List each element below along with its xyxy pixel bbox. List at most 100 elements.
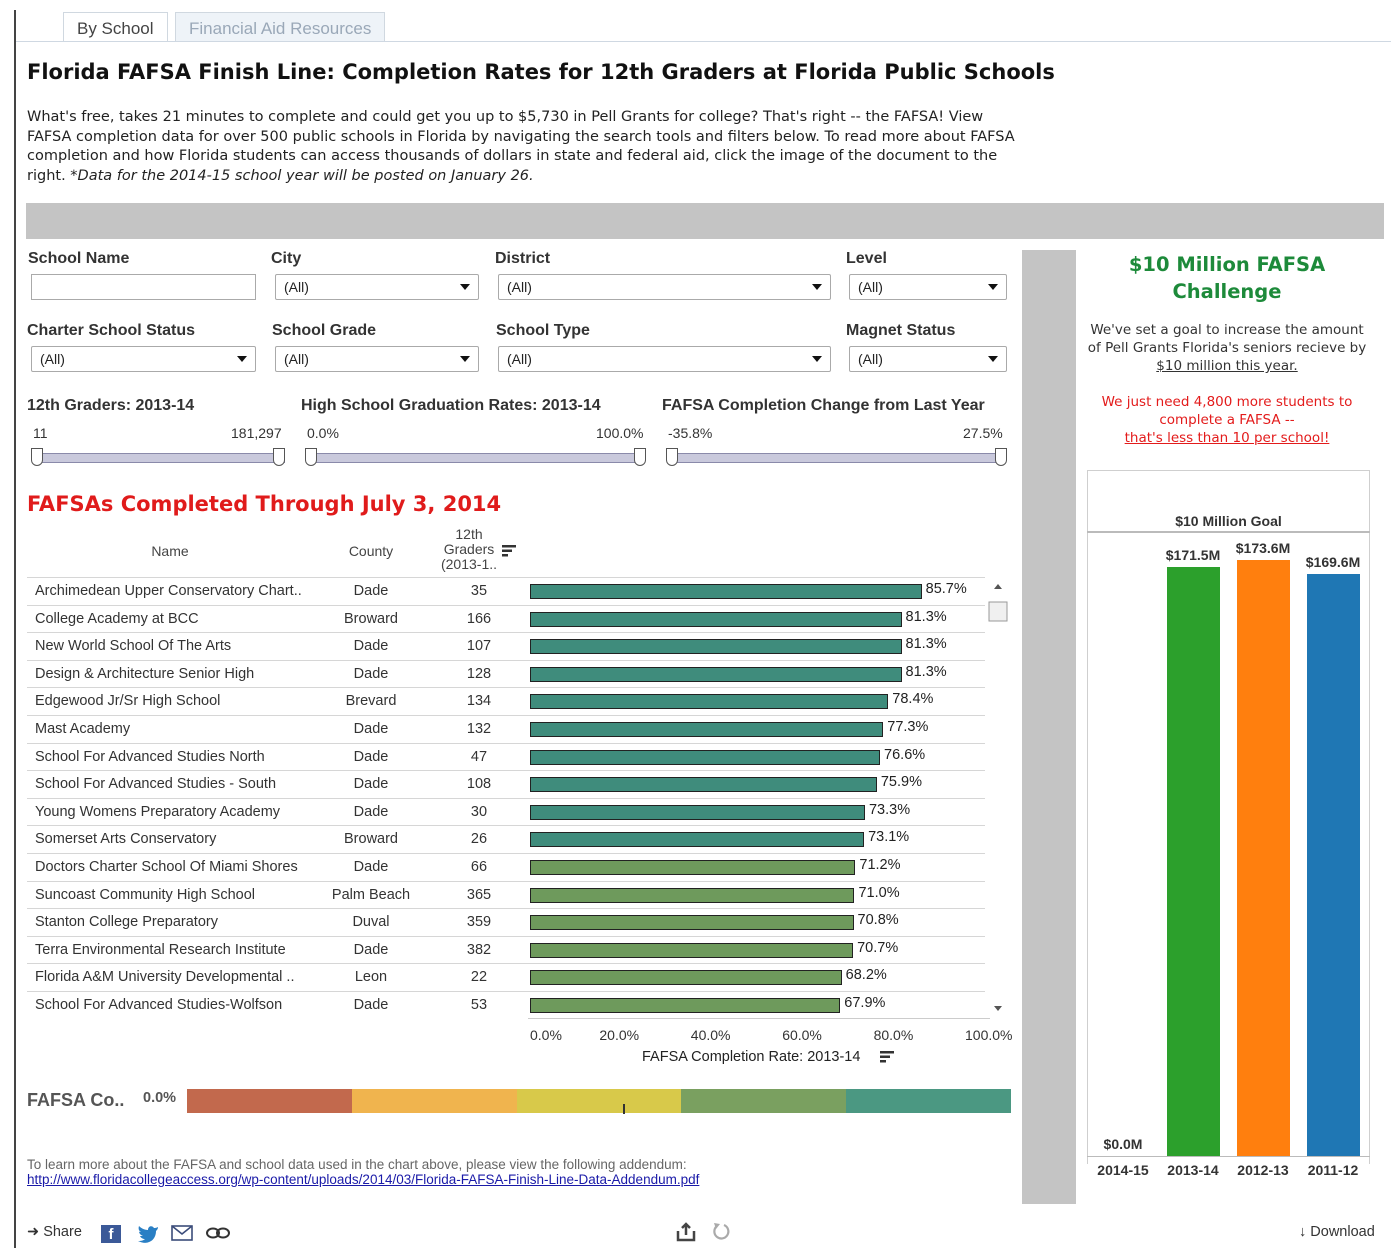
- tab-financial-aid-resources[interactable]: Financial Aid Resources: [175, 12, 386, 42]
- completion-rate-bar[interactable]: [530, 942, 854, 958]
- table-row[interactable]: Young Womens Preparatory Academy Dade 30 73…: [27, 797, 985, 826]
- addendum-link[interactable]: http://www.floridacollegeaccess.org/wp-c…: [27, 1172, 699, 1187]
- legend-color-segment[interactable]: [351, 1089, 517, 1113]
- table-row[interactable]: Somerset Arts Conservatory Broward 26 73.1%: [27, 825, 985, 853]
- completion-rate-bar[interactable]: [530, 970, 842, 986]
- school-name-cell: Florida A&M University Developmental ..: [35, 969, 295, 986]
- table-row[interactable]: Edgewood Jr/Sr High School Brevard 134 78.4…: [27, 687, 985, 715]
- completion-rate-label: 81.3%: [905, 636, 947, 653]
- completion-rate-bar[interactable]: [530, 804, 865, 820]
- column-header-name[interactable]: Name: [110, 544, 230, 559]
- completion-rate-label: 77.3%: [887, 719, 929, 735]
- x-tick-label: 100.0%: [965, 1027, 1013, 1043]
- table-row[interactable]: Florida A&M University Developmental .. L…: [27, 963, 985, 991]
- legend-color-segment[interactable]: [187, 1089, 352, 1113]
- footnote-text: To learn more about the FAFSA and school…: [27, 1157, 687, 1172]
- legend-color-segment[interactable]: [681, 1089, 847, 1113]
- goal-chart-title: $10 Million Goal: [1175, 513, 1282, 529]
- school-name-cell: Archimedean Upper Conservatory Chart..: [35, 583, 302, 599]
- goal-bar[interactable]: [1307, 573, 1360, 1156]
- table-row[interactable]: Design & Architecture Senior High Dade 128…: [27, 659, 985, 688]
- grad-rates-slider-min: 0.0%: [307, 425, 339, 441]
- table-scrollbar[interactable]: [987, 578, 1009, 1018]
- fafsa-change-slider-track[interactable]: [670, 453, 1006, 463]
- school-name-cell: Mast Academy: [35, 721, 131, 737]
- fafsa-change-slider-min-handle[interactable]: [666, 448, 678, 466]
- column-header-county[interactable]: County: [321, 544, 421, 559]
- completion-rate-bar[interactable]: [530, 722, 884, 737]
- chevron-down-icon: [237, 356, 247, 362]
- completion-rate-bar[interactable]: [530, 777, 877, 793]
- completion-rate-bar[interactable]: [530, 998, 841, 1013]
- graders-cell: 47: [470, 748, 488, 765]
- county-cell: Dade: [353, 721, 389, 737]
- goal-bar-label: $173.6M: [1235, 540, 1291, 556]
- graders-slider-max-handle[interactable]: [273, 448, 285, 466]
- completion-rate-bar[interactable]: [530, 611, 902, 627]
- graders-slider-track[interactable]: [35, 453, 285, 463]
- fafsa-change-slider-max-handle[interactable]: [995, 448, 1007, 466]
- table-row[interactable]: School For Advanced Studies North Dade 47 7…: [27, 742, 985, 771]
- school-name-cell: Terra Environmental Research Institute: [35, 941, 286, 958]
- table-row[interactable]: Suncoast Community High School Palm Beach…: [27, 880, 985, 909]
- table-row[interactable]: Stanton College Preparatory Duval 359 70.8%: [27, 908, 985, 936]
- axis-sort-icon[interactable]: [880, 1050, 894, 1069]
- graders-cell: 134: [466, 693, 492, 710]
- facebook-icon[interactable]: f: [101, 1225, 121, 1243]
- table-row[interactable]: Archimedean Upper Conservatory Chart.. Da…: [27, 577, 985, 605]
- revert-icon[interactable]: [711, 1221, 731, 1246]
- completion-rate-bar[interactable]: [530, 666, 902, 682]
- grad-rates-slider-max-handle[interactable]: [634, 448, 646, 466]
- twitter-icon[interactable]: [136, 1224, 160, 1249]
- completion-rate-bar[interactable]: [530, 639, 902, 655]
- link-icon[interactable]: [205, 1226, 231, 1245]
- completion-rate-bar[interactable]: [530, 915, 854, 931]
- table-row[interactable]: School For Advanced Studies - South Dade 1…: [27, 770, 985, 798]
- grad-rates-slider-track[interactable]: [309, 453, 645, 463]
- column-header-graders[interactable]: 12th Graders (2013-1..: [430, 527, 508, 572]
- school-name-input[interactable]: [31, 274, 256, 300]
- export-icon[interactable]: [676, 1222, 696, 1247]
- completion-rate-bar[interactable]: [530, 887, 855, 903]
- graders-cell: 22: [470, 969, 488, 986]
- magnet-status-select[interactable]: (All): [849, 346, 1007, 372]
- table-row[interactable]: School For Advanced Studies-Wolfson Dade 5…: [27, 991, 985, 1019]
- table-row[interactable]: College Academy at BCC Broward 166 81.3%: [27, 604, 985, 633]
- graders-slider-min-handle[interactable]: [31, 448, 43, 466]
- school-grade-select[interactable]: (All): [275, 346, 479, 372]
- completion-rate-label: 73.1%: [868, 829, 910, 846]
- legend-color-segment[interactable]: [516, 1089, 682, 1113]
- completion-rate-bar[interactable]: [530, 749, 881, 765]
- district-select[interactable]: (All): [498, 274, 831, 300]
- table-row[interactable]: New World School Of The Arts Dade 107 81.3%: [27, 632, 985, 660]
- email-icon[interactable]: [171, 1225, 193, 1246]
- goal-bar[interactable]: [1237, 560, 1290, 1156]
- legend-color-segment[interactable]: [846, 1089, 1011, 1113]
- graders-slider-max: 181,297: [231, 425, 282, 441]
- x-tick-label: 20.0%: [599, 1027, 640, 1043]
- school-name-cell: College Academy at BCC: [35, 610, 199, 627]
- goal-bar[interactable]: [1167, 567, 1220, 1156]
- table-row[interactable]: Terra Environmental Research Institute Da…: [27, 935, 985, 964]
- download-button[interactable]: ↓ Download: [1299, 1224, 1375, 1240]
- completion-rate-bar[interactable]: [530, 832, 865, 848]
- table-row[interactable]: Mast Academy Dade 132 77.3%: [27, 715, 985, 743]
- level-select[interactable]: (All): [849, 274, 1007, 300]
- school-name-cell: School For Advanced Studies - South: [35, 776, 277, 793]
- county-cell: Dade: [353, 859, 389, 875]
- charter-status-select[interactable]: (All): [31, 346, 256, 372]
- tab-by-school[interactable]: By School: [63, 12, 168, 42]
- county-cell: Duval: [352, 914, 390, 931]
- fafsa-change-slider-label: FAFSA Completion Change from Last Year: [662, 397, 985, 414]
- school-type-select[interactable]: (All): [498, 346, 831, 372]
- county-cell: Dade: [353, 803, 389, 820]
- school-grade-label: School Grade: [272, 322, 377, 339]
- completion-rate-bar[interactable]: [530, 694, 889, 710]
- table-row[interactable]: Doctors Charter School Of Miami Shores Da…: [27, 853, 985, 881]
- share-button[interactable]: ➜ Share: [27, 1224, 82, 1240]
- city-select[interactable]: (All): [275, 274, 479, 300]
- grad-rates-slider-min-handle[interactable]: [305, 448, 317, 466]
- completion-rate-bar[interactable]: [530, 584, 922, 599]
- sort-icon[interactable]: [502, 544, 516, 563]
- completion-rate-bar[interactable]: [530, 860, 856, 875]
